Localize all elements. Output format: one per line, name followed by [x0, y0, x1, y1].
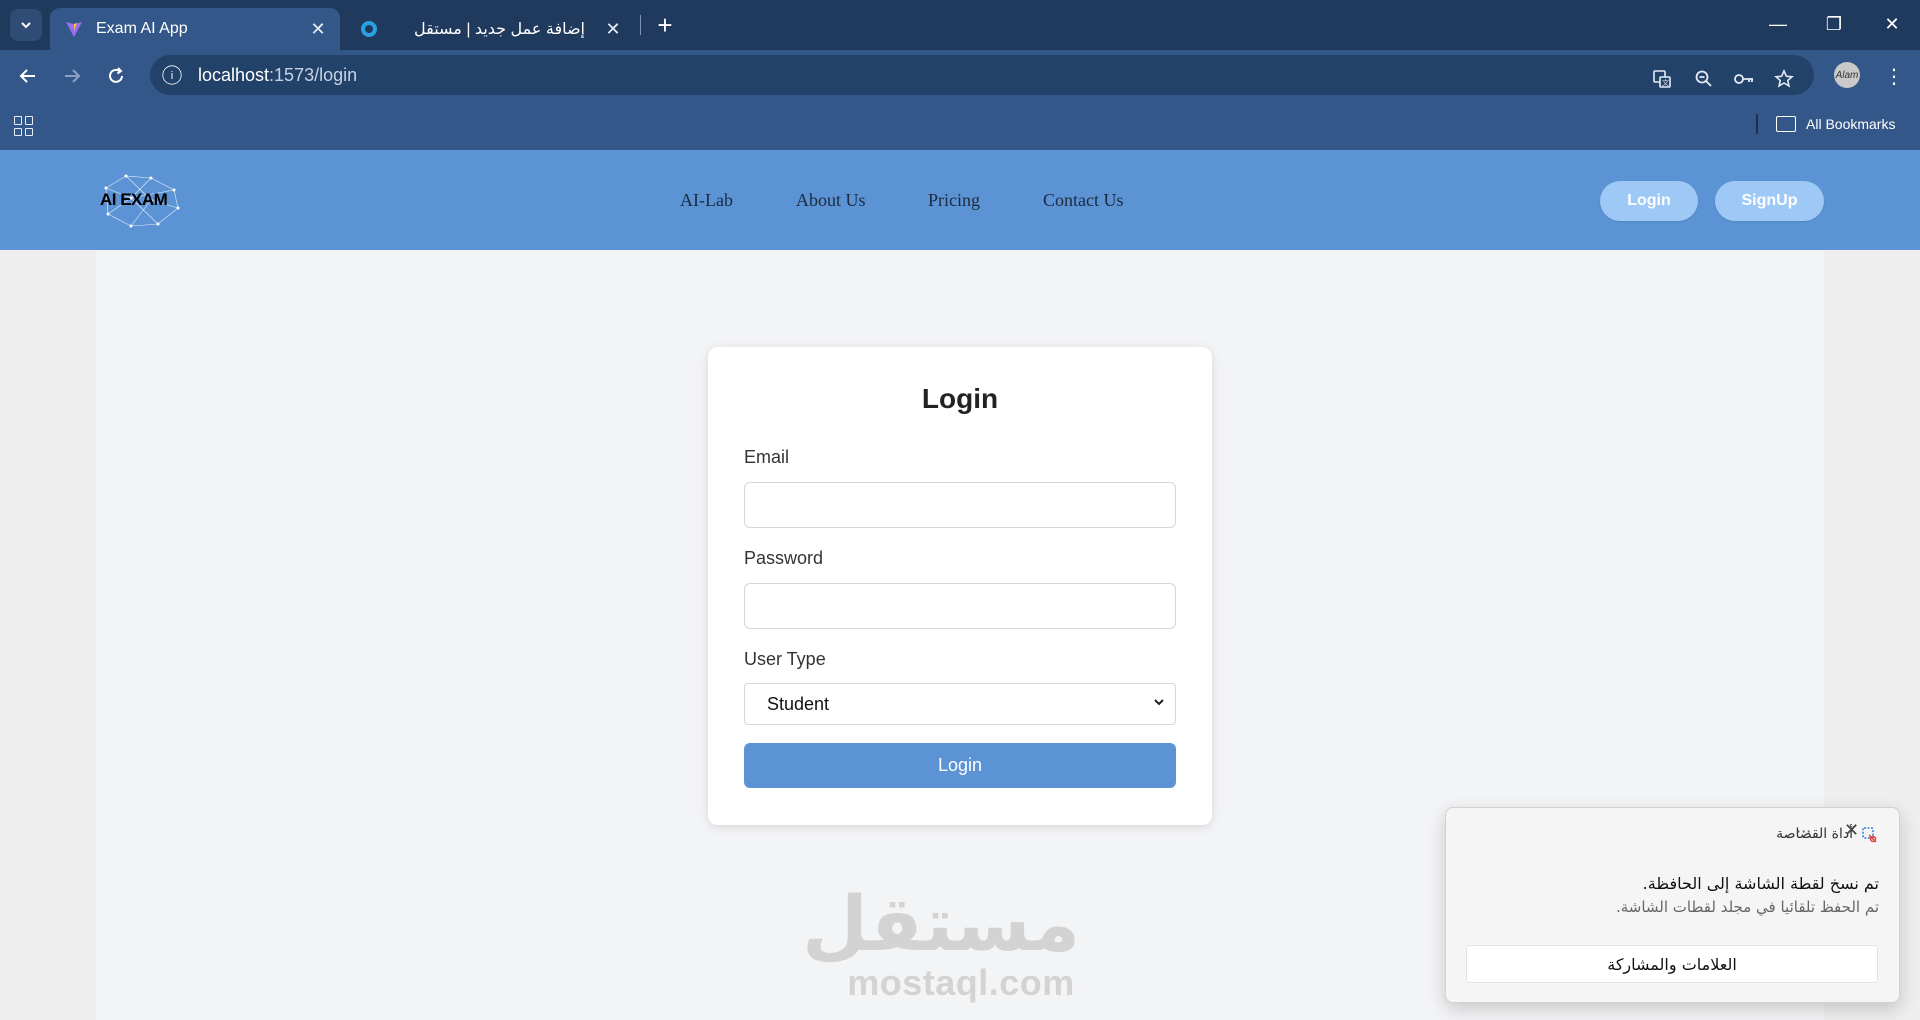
tab-search-button[interactable]: [10, 9, 42, 41]
close-icon[interactable]: ✕: [601, 17, 625, 41]
close-window-button[interactable]: ✕: [1872, 8, 1912, 40]
email-field[interactable]: [744, 482, 1176, 528]
tab-mostaql[interactable]: إضافة عمل جديد | مستقل ✕: [345, 8, 635, 50]
login-title: Login: [921, 383, 999, 414]
close-icon[interactable]: ✕: [306, 17, 330, 41]
password-field[interactable]: [744, 583, 1176, 629]
tab-title: إضافة عمل جديد | مستقل: [413, 21, 585, 38]
nav-ai-lab[interactable]: AI-Lab: [680, 190, 733, 211]
close-icon[interactable]: ✕: [1844, 820, 1859, 841]
bookmarks-divider: [1756, 114, 1758, 134]
nav-about-us[interactable]: About Us: [796, 190, 866, 211]
reload-button[interactable]: [100, 60, 132, 92]
all-bookmarks-button[interactable]: All Bookmarks: [1776, 112, 1895, 136]
page-gutter-left: [0, 250, 96, 1020]
tab-title: Exam AI App: [96, 20, 188, 37]
folder-icon: [1776, 116, 1796, 132]
vite-logo-icon: [64, 19, 84, 39]
back-button[interactable]: [12, 60, 44, 92]
snipping-tool-notification: أداة القصاصة ··· ✕ تم نسخ لقطة الشاشة إل…: [1445, 807, 1900, 1003]
user-type-value: Student: [767, 693, 830, 714]
address-bar[interactable]: i localhost:1573/login 文: [150, 55, 1814, 95]
login-submit-button[interactable]: Login: [744, 743, 1176, 788]
forward-button[interactable]: [56, 60, 88, 92]
watermark-arabic: مستقل: [802, 882, 1080, 967]
all-bookmarks-label: All Bookmarks: [1806, 116, 1896, 132]
nav-pricing[interactable]: Pricing: [928, 190, 980, 211]
apps-grid-icon[interactable]: [14, 116, 34, 136]
bookmarks-bar: All Bookmarks: [0, 100, 1920, 150]
new-tab-button[interactable]: +: [650, 10, 680, 40]
browser-menu-button[interactable]: ⋮: [1880, 62, 1908, 90]
header-login-button[interactable]: Login: [1600, 181, 1698, 221]
zoom-icon[interactable]: [1690, 65, 1718, 93]
browser-tab-strip: Exam AI App ✕ إضافة عمل جديد | مستقل ✕ +…: [0, 0, 1920, 50]
minimize-button[interactable]: —: [1758, 8, 1798, 40]
profile-avatar[interactable]: Alam: [1834, 62, 1860, 88]
site-logo[interactable]: AI EXAM: [96, 168, 186, 232]
restore-button[interactable]: ❐: [1814, 8, 1854, 40]
tab-exam-ai-app[interactable]: Exam AI App ✕: [50, 8, 340, 50]
site-info-icon[interactable]: i: [162, 65, 182, 85]
key-icon[interactable]: [1730, 65, 1758, 93]
arrow-right-icon: [65, 69, 81, 83]
email-label: Email: [744, 447, 790, 467]
password-label: Password: [744, 548, 824, 568]
tab-divider: [640, 15, 641, 35]
login-card: Login Email Password User Type Student L…: [708, 347, 1212, 825]
logo-text: AI EXAM: [100, 190, 168, 209]
notification-detail: تم الحفظ تلقائيا في مجلد لقطات الشاشة.: [1615, 898, 1879, 916]
header-signup-button[interactable]: SignUp: [1715, 181, 1824, 221]
chevron-down-icon: [1153, 696, 1165, 711]
user-type-select[interactable]: Student: [744, 683, 1176, 725]
site-header: AI EXAM AI-Lab About Us Pricing Contact …: [0, 150, 1920, 250]
url-text: localhost:1573/login: [198, 64, 358, 85]
mostaql-watermark: مستقل mostaql.com: [802, 882, 1080, 1003]
star-icon[interactable]: [1770, 65, 1798, 93]
browser-toolbar: i localhost:1573/login 文 Alam ⋮: [0, 50, 1920, 100]
mostaql-favicon-icon: [359, 19, 379, 39]
chevron-down-icon: [21, 22, 31, 29]
svg-text:文: 文: [1662, 78, 1669, 87]
watermark-latin: mostaql.com: [847, 962, 1075, 1003]
notification-message: تم نسخ لقطة الشاشة إلى الحافظة.: [1642, 874, 1879, 893]
arrow-left-icon: [19, 69, 35, 83]
user-type-label: User Type: [744, 649, 826, 669]
snipping-tool-icon: [1861, 826, 1879, 844]
notification-app-name: أداة القصاصة: [1776, 826, 1853, 842]
nav-contact-us[interactable]: Contact Us: [1043, 190, 1124, 211]
more-options-icon[interactable]: ···: [1796, 822, 1811, 841]
markup-share-button[interactable]: العلامات والمشاركة: [1466, 945, 1878, 983]
translate-icon[interactable]: 文: [1648, 65, 1676, 93]
reload-icon: [109, 67, 123, 83]
